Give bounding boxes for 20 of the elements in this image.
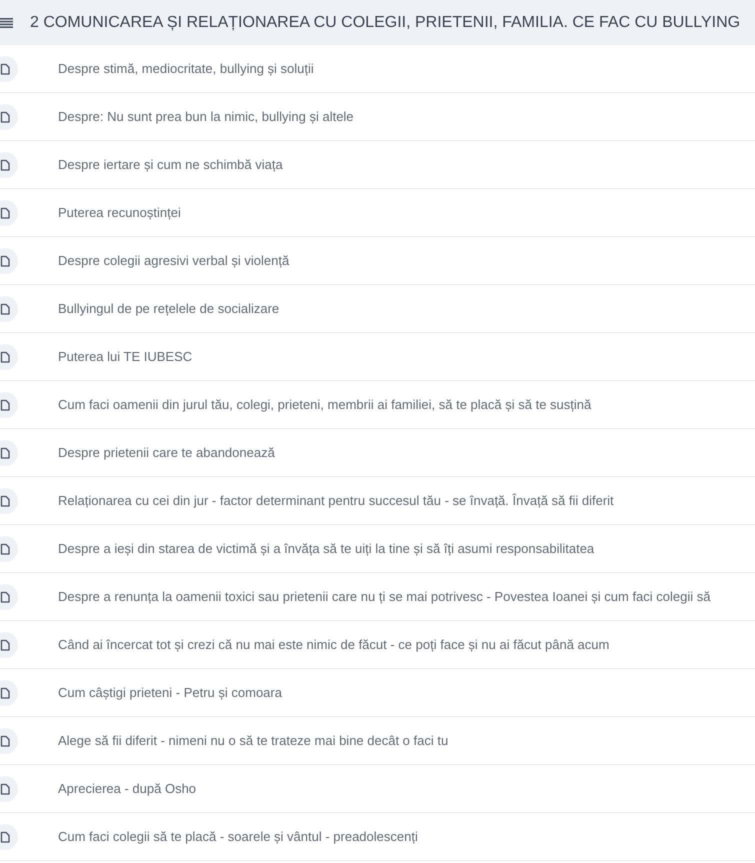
lesson-link[interactable]: Aprecierea - după Osho [58, 781, 196, 796]
lesson-link[interactable]: Puterea recunoștinței [58, 205, 181, 220]
lesson-link[interactable]: Cum faci colegii să te placă - soarele și vântul - preadolescenți [58, 829, 418, 844]
menu-icon[interactable] [0, 18, 13, 28]
lesson-link[interactable]: Despre iertare și cum ne schimbă viața [58, 157, 283, 172]
lesson-link[interactable]: Despre: Nu sunt prea bun la nimic, bullying și altele [58, 109, 354, 124]
lesson-link[interactable]: Alege să fii diferit - nimeni nu o să te trateze mai bine decât o faci tu [58, 733, 448, 748]
lesson-link[interactable]: Când ai încercat tot și crezi că nu mai este nimic de făcut - ce poți face și nu ai făcut până acum [58, 637, 610, 652]
section-title: 2 COMUNICAREA ȘI RELAȚIONAREA CU COLEGII, PRIETENII, FAMILIA. CE FAC CU BULLYING [30, 14, 740, 32]
lesson-link[interactable]: Cum faci oamenii din jurul tău, colegi, prieteni, membrii ai familiei, să te placă și să te susțină [58, 397, 592, 412]
lesson-link[interactable]: Bullyingul de pe rețelele de socializare [58, 301, 280, 316]
lesson-link[interactable]: Despre a renunța la oamenii toxici sau prietenii care nu ți se mai potrivesc - Povestea Ioanei și cum faci colegii să [58, 589, 710, 604]
lesson-link[interactable]: Despre colegii agresivi verbal și violență [58, 253, 290, 268]
lesson-link[interactable]: Despre stimă, mediocritate, bullying și soluții [58, 61, 314, 76]
lesson-link[interactable]: Despre prietenii care te abandonează [58, 445, 275, 460]
lesson-link[interactable]: Cum câștigi prieteni - Petru și comoara [58, 685, 282, 700]
section-header[interactable]: 2 COMUNICAREA ȘI RELAȚIONAREA CU COLEGII, PRIETENII, FAMILIA. CE FAC CU BULLYING [0, 0, 755, 45]
lesson-link[interactable]: Despre a ieși din starea de victimă și a învăța să te uiți la tine și să îți asumi responsabilitatea [58, 541, 594, 556]
lesson-link[interactable]: Relaționarea cu cei din jur - factor determinant pentru succesul tău - se învață. Învață să fii diferit [58, 493, 614, 508]
lesson-link[interactable]: Puterea lui TE IUBESC [58, 349, 192, 364]
